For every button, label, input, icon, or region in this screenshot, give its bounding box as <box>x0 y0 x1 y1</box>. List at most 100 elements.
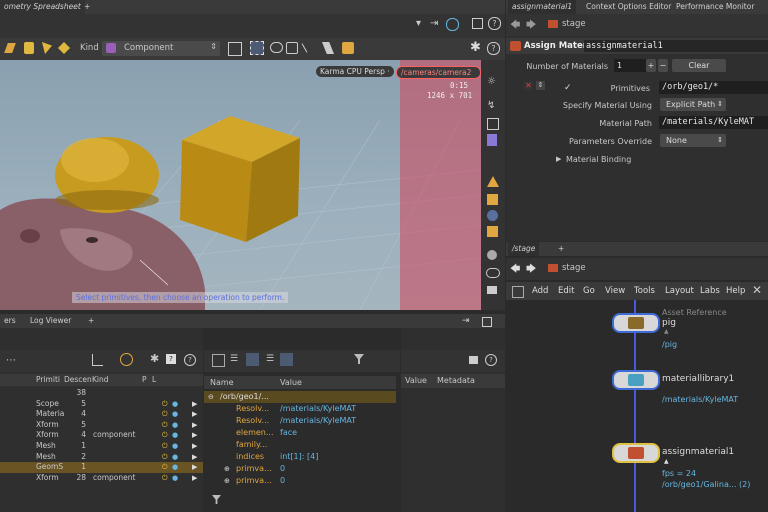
wand-icon[interactable] <box>58 42 70 54</box>
back-arrow-icon[interactable]: 🡄 <box>510 18 520 35</box>
parameters-override-dropdown[interactable]: None ⇕ <box>660 134 726 147</box>
table-view-icon[interactable] <box>280 353 293 366</box>
table-row[interactable]: family... <box>204 439 396 451</box>
col-purpose[interactable]: P <box>142 374 147 386</box>
tab-assignmaterial1[interactable]: assignmaterial1 <box>508 0 577 14</box>
light-icon[interactable]: ☼ <box>487 76 496 87</box>
snapshot-icon[interactable] <box>487 134 497 146</box>
clear-button[interactable]: Clear <box>672 59 726 72</box>
add-tab-button[interactable]: + <box>554 242 568 256</box>
col-prims[interactable]: Primiti <box>36 374 60 386</box>
viewport-3d[interactable]: Karma CPU Persp · /cameras/camera2 · 0:1… <box>0 60 481 310</box>
table-row[interactable]: ⊕ primva... 0 <box>204 463 396 475</box>
tab-stage[interactable]: /stage <box>508 242 540 256</box>
power-icon[interactable]: ⏻ <box>162 399 168 410</box>
tab-value[interactable]: Value <box>405 376 427 385</box>
table-row[interactable]: GeomS 1 ⏻ ● ▶ <box>0 462 203 473</box>
flag-icon[interactable] <box>42 42 52 54</box>
maximize-icon[interactable] <box>482 317 492 327</box>
menu-go[interactable]: Go <box>583 282 595 300</box>
warning-icon[interactable] <box>487 176 499 187</box>
link-icon[interactable] <box>120 353 133 366</box>
table-row[interactable]: Mesh 2 ⏻ ● ▶ <box>0 452 203 463</box>
power-icon[interactable]: ⏻ <box>162 430 168 441</box>
camera-icon[interactable] <box>469 356 478 364</box>
power-icon[interactable]: ⏻ <box>162 409 168 420</box>
visibility-icon[interactable]: ● <box>172 399 178 410</box>
param-path[interactable]: stage <box>562 19 586 29</box>
pin-icon[interactable]: ⇥ <box>430 18 438 29</box>
forward-arrow-icon[interactable]: 🡆 <box>526 18 536 35</box>
select-cursor-icon[interactable]: ▶ <box>192 399 197 410</box>
tree-options-icon[interactable]: ⋯ <box>6 355 16 366</box>
info-icon[interactable]: ? <box>166 354 176 364</box>
camera-icon[interactable] <box>487 286 497 294</box>
camera-badge[interactable]: /cameras/camera2 · <box>396 66 481 88</box>
hierarchy-icon[interactable] <box>92 354 103 366</box>
table-row[interactable]: Mesh 1 ⏻ ● ▶ <box>0 441 203 452</box>
expand-icon[interactable]: ⊖ <box>208 391 214 403</box>
tools-icon[interactable]: ✕ <box>752 283 762 297</box>
table-row[interactable]: ⊕ primva... 0 <box>204 475 396 487</box>
num-materials-field[interactable]: 1 <box>614 59 647 72</box>
material-binding-label[interactable]: Material Binding <box>566 155 631 164</box>
col-descendants[interactable]: Descen <box>64 374 92 386</box>
texture-icon[interactable] <box>487 194 498 205</box>
table-row[interactable]: Materia 4 ⏻ ● ▶ <box>0 409 203 420</box>
filter-icon[interactable] <box>212 495 221 504</box>
rotate-icon[interactable] <box>487 226 498 237</box>
table-row[interactable]: Scope 5 ⏻ ● ▶ <box>0 399 203 410</box>
node-name-field[interactable]: assignmaterial1 <box>584 40 768 52</box>
chevron-down-icon[interactable]: ▾ <box>416 18 421 29</box>
columns-view-icon[interactable] <box>246 353 259 366</box>
table-row[interactable]: Xform 4 component ⏻ ● ▶ <box>0 430 203 441</box>
col-value[interactable]: Value <box>280 376 302 389</box>
table-row[interactable]: 38 <box>0 388 203 399</box>
power-icon[interactable]: ⏻ <box>162 452 168 463</box>
transform-icon[interactable] <box>228 42 242 56</box>
col-name[interactable]: Name <box>210 376 234 389</box>
select-cursor-icon[interactable]: ▶ <box>192 409 197 420</box>
kind-dropdown[interactable]: Component ⇕ <box>102 41 220 56</box>
power-icon[interactable]: ⏻ <box>162 462 168 473</box>
link-icon[interactable] <box>446 18 459 31</box>
filter-icon[interactable] <box>354 354 364 364</box>
select-cursor-icon[interactable]: ▶ <box>192 420 197 431</box>
pin-icon[interactable]: ⇥ <box>462 316 470 326</box>
list-view-icon[interactable]: ☰ <box>230 354 238 364</box>
ghost-icon[interactable]: ↯ <box>487 100 495 111</box>
col-kind[interactable]: Kind <box>92 374 109 386</box>
col-load[interactable]: L <box>152 374 156 386</box>
select-tool-icon[interactable] <box>4 43 16 53</box>
visibility-icon[interactable]: ● <box>172 441 178 452</box>
maximize-icon[interactable] <box>472 18 483 29</box>
select-cursor-icon[interactable]: ▶ <box>192 462 197 473</box>
select-cursor-icon[interactable]: ▶ <box>192 430 197 441</box>
gear-icon[interactable]: ✱ <box>470 40 481 55</box>
primitives-field[interactable]: /orb/geo1/* <box>659 81 768 94</box>
material-path-field[interactable]: /materials/KyleMAT <box>659 116 768 129</box>
menu-layout[interactable]: Layout <box>665 282 694 300</box>
menu-labs[interactable]: Labs <box>700 282 720 300</box>
table-row[interactable]: Resolv... /materials/KyleMAT <box>204 415 396 427</box>
visibility-icon[interactable]: ● <box>172 420 178 431</box>
tab-geometry-spreadsheet[interactable]: ometry Spreadsheet <box>0 0 85 14</box>
grid-icon[interactable] <box>512 286 524 298</box>
node-pig[interactable] <box>612 313 660 333</box>
visibility-icon[interactable]: ● <box>172 473 178 484</box>
tab-metadata[interactable]: Metadata <box>437 376 475 385</box>
eye-icon[interactable] <box>486 268 500 278</box>
table-row[interactable]: indices int[1]: [4] <box>204 451 396 463</box>
visibility-icon[interactable]: ● <box>172 452 178 463</box>
gear-icon[interactable]: ✱ <box>150 352 159 365</box>
network-path[interactable]: stage <box>562 263 586 273</box>
help-icon[interactable]: ? <box>488 17 501 30</box>
visibility-icon[interactable]: ● <box>172 462 178 473</box>
rows-view-icon[interactable]: ☰ <box>266 354 274 364</box>
menu-tools[interactable]: Tools <box>634 282 655 300</box>
table-row[interactable]: Xform 28 component ⏻ ● ▶ <box>0 473 203 484</box>
help-icon[interactable]: ? <box>184 354 196 366</box>
power-icon[interactable]: ⏻ <box>162 473 168 484</box>
menu-help[interactable]: Help <box>726 282 745 300</box>
select-cursor-icon[interactable]: ▶ <box>192 441 197 452</box>
